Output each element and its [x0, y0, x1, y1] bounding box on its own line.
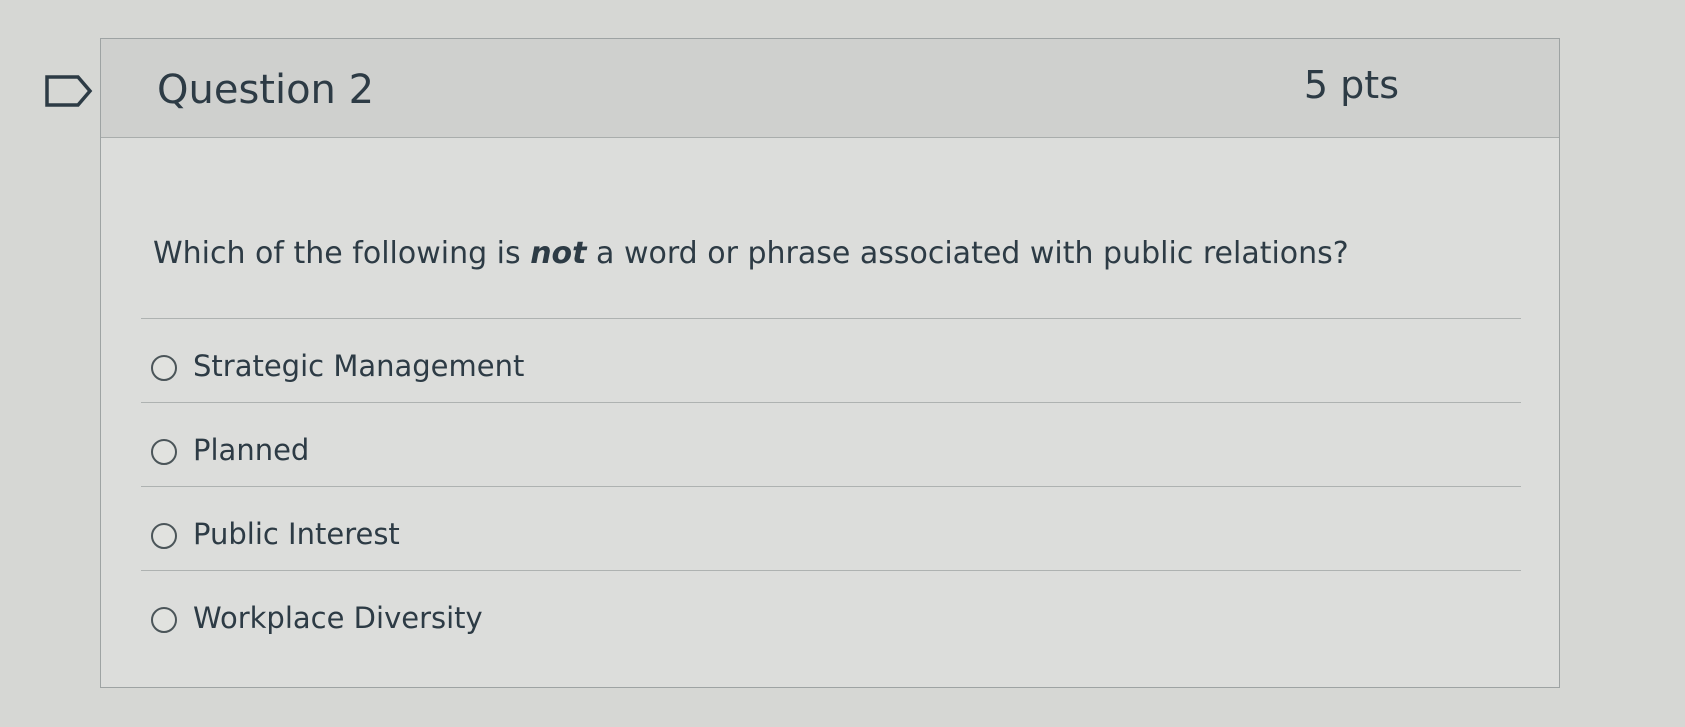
question-text-before: Which of the following is: [153, 236, 531, 271]
question-header: Question 2 5 pts: [101, 39, 1559, 138]
question-text-emphasis: not: [530, 236, 587, 271]
answer-list: Strategic Management Planned Public Inte…: [141, 318, 1521, 654]
answer-option[interactable]: Strategic Management: [141, 318, 1521, 402]
radio-button[interactable]: [151, 607, 177, 633]
radio-button[interactable]: [151, 355, 177, 381]
question-text-after: a word or phrase associated with public …: [586, 236, 1349, 271]
question-text: Which of the following is not a word or …: [153, 236, 1349, 271]
answer-label[interactable]: Public Interest: [193, 517, 400, 551]
question-card: Question 2 5 pts Which of the following …: [100, 38, 1560, 688]
answer-label[interactable]: Planned: [193, 433, 309, 467]
question-title: Question 2: [157, 67, 375, 113]
radio-button[interactable]: [151, 439, 177, 465]
question-points: 5 pts: [1303, 63, 1399, 107]
answer-option[interactable]: Planned: [141, 402, 1521, 486]
radio-button[interactable]: [151, 523, 177, 549]
answer-option[interactable]: Public Interest: [141, 486, 1521, 570]
flag-question-icon[interactable]: [44, 74, 94, 108]
answer-option[interactable]: Workplace Diversity: [141, 570, 1521, 654]
answer-label[interactable]: Strategic Management: [193, 349, 524, 383]
answer-label[interactable]: Workplace Diversity: [193, 601, 483, 635]
